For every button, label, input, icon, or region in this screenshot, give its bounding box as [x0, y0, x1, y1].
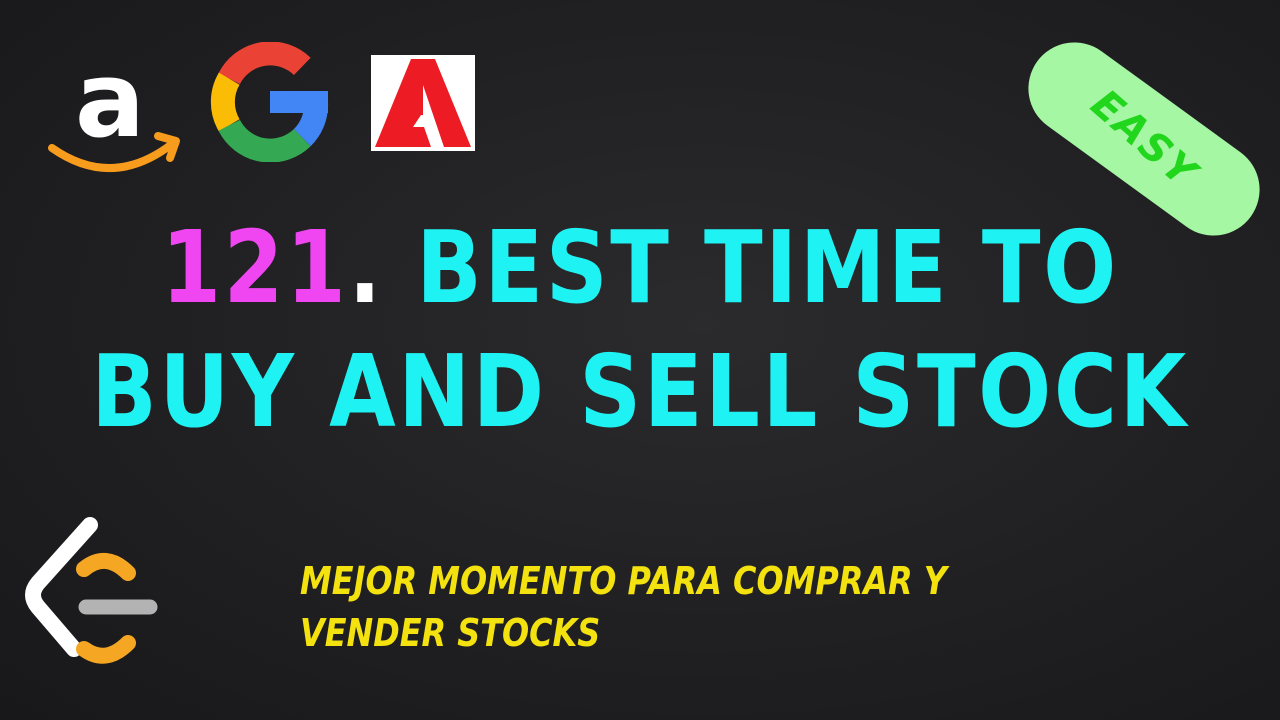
title-text-1: BEST TIME TO: [383, 209, 1119, 326]
adobe-logo-icon: [371, 55, 475, 151]
problem-title: 121. BEST TIME TO BUY AND SELL STOCK: [90, 206, 1191, 454]
problem-number-dot: .: [348, 209, 384, 326]
subtitle-line-2: VENDER STOCKS: [300, 611, 601, 655]
google-logo-icon: [210, 42, 329, 162]
leetcode-logo-icon: [25, 517, 158, 664]
amazon-logo-icon: a: [48, 48, 180, 172]
difficulty-label: EASY: [1082, 80, 1206, 198]
subtitle-line-1: MEJOR MOMENTO PARA COMPRAR Y: [300, 559, 947, 603]
title-line-2: BUY AND SELL STOCK: [91, 333, 1189, 450]
problem-number: 121: [161, 209, 349, 326]
spanish-subtitle: MEJOR MOMENTO PARA COMPRAR Y VENDER STOC…: [300, 555, 972, 659]
title-line-1: 121. BEST TIME TO: [90, 206, 1191, 330]
svg-text:a: a: [75, 48, 145, 161]
